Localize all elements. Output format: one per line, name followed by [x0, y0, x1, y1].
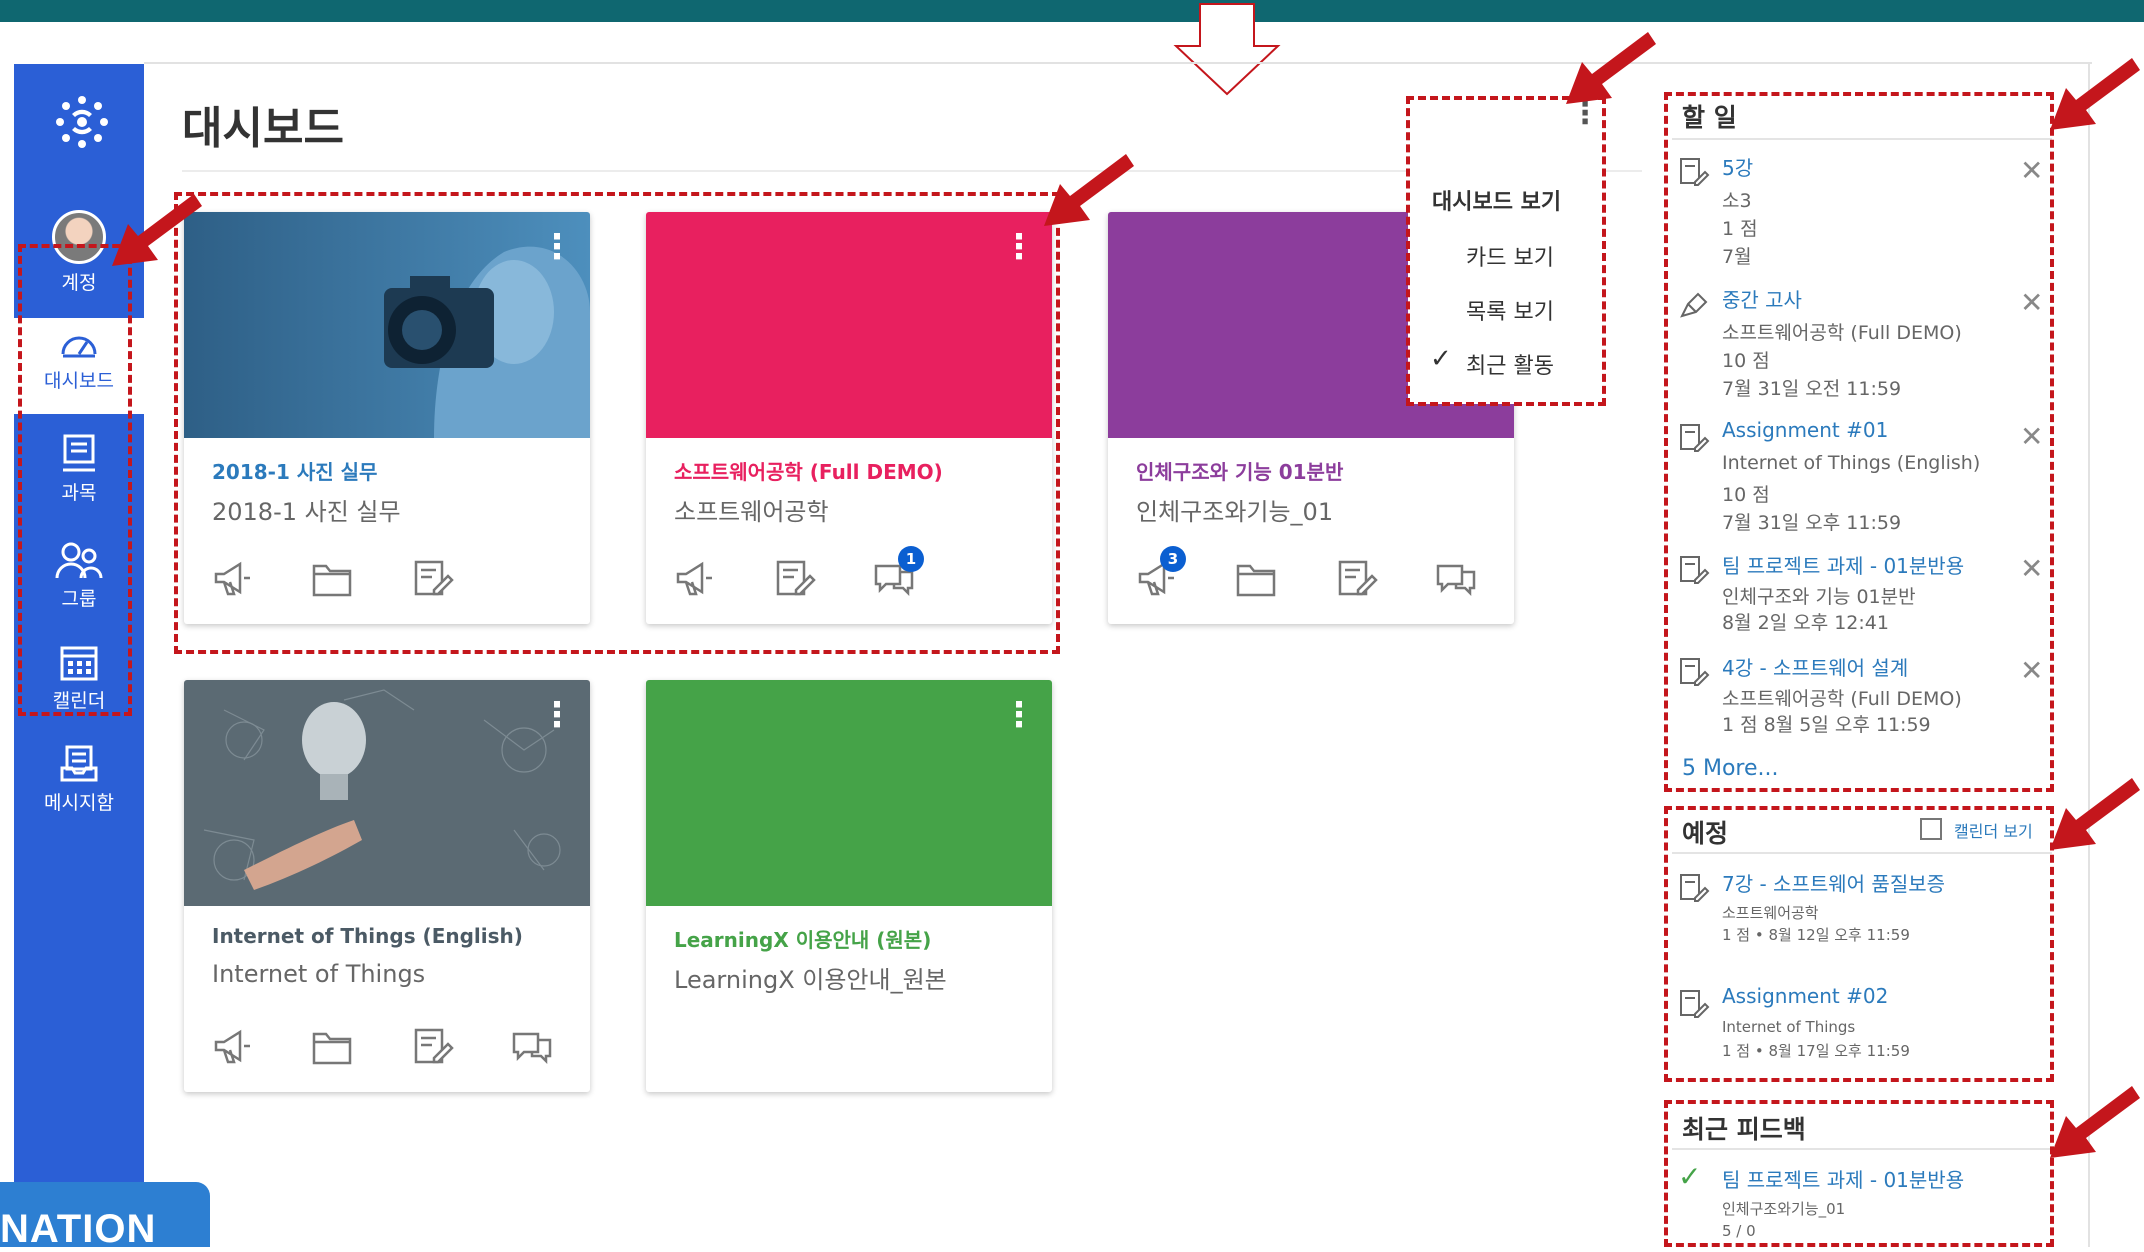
top-bar [0, 0, 2144, 22]
frame-divider [2088, 62, 2090, 1247]
files-icon[interactable] [310, 1024, 354, 1068]
discussions-icon[interactable] [510, 1024, 554, 1068]
announcements-icon[interactable] [210, 1024, 254, 1068]
red-arrow-icon [2050, 778, 2140, 850]
red-arrow-icon [2050, 58, 2140, 130]
page-title: 대시보드 [182, 103, 344, 154]
unread-badge: 3 [1160, 546, 1186, 572]
highlight-box-nav [18, 244, 132, 716]
highlight-box-todo [1664, 92, 2054, 792]
red-arrow-icon [112, 194, 202, 266]
course-card[interactable]: ⋮ Internet of Things (English) Internet … [184, 680, 590, 1092]
down-arrow-icon [1173, 3, 1281, 96]
course-card-title[interactable]: Internet of Things (English) [212, 924, 523, 948]
files-icon[interactable] [1234, 556, 1278, 600]
discussions-icon[interactable] [1434, 556, 1478, 600]
assignments-icon[interactable] [1334, 556, 1378, 600]
course-card-color [646, 680, 1052, 906]
assignments-icon[interactable] [410, 1024, 454, 1068]
highlight-box-feedback [1664, 1100, 2054, 1247]
card-options-icon[interactable]: ⋮ [1002, 698, 1036, 748]
course-card-subtitle: 인체구조와기능_01 [1136, 498, 1334, 526]
course-card-image [184, 680, 590, 906]
red-arrow-icon [1566, 32, 1656, 104]
highlight-box-upcoming [1664, 806, 2054, 1082]
highlight-box-menu [1406, 96, 1606, 406]
highlight-box-cards [174, 192, 1060, 654]
red-arrow-icon [2050, 1086, 2140, 1158]
inbox-icon [60, 745, 98, 782]
announcements-icon[interactable]: 3 [1134, 546, 1186, 600]
course-card-subtitle: LearningX 이용안내_원본 [674, 966, 947, 994]
course-card-title[interactable]: 인체구조와 기능 01분반 [1136, 456, 1343, 485]
card-options-icon[interactable]: ⋮ [540, 698, 574, 748]
frame-divider [144, 62, 2092, 64]
nav-item-inbox[interactable]: 메시지함 [14, 744, 144, 815]
course-card-subtitle: Internet of Things [212, 960, 426, 988]
red-arrow-icon [1044, 154, 1134, 226]
course-card-title[interactable]: LearningX 이용안내 (원본) [674, 924, 931, 953]
course-card[interactable]: ⋮ LearningX 이용안내 (원본) LearningX 이용안내_원본 [646, 680, 1052, 1092]
canvas-logo-icon[interactable] [54, 94, 110, 150]
nation-overlay-label: NATION [0, 1182, 210, 1251]
nav-label: 메시지함 [44, 792, 114, 814]
